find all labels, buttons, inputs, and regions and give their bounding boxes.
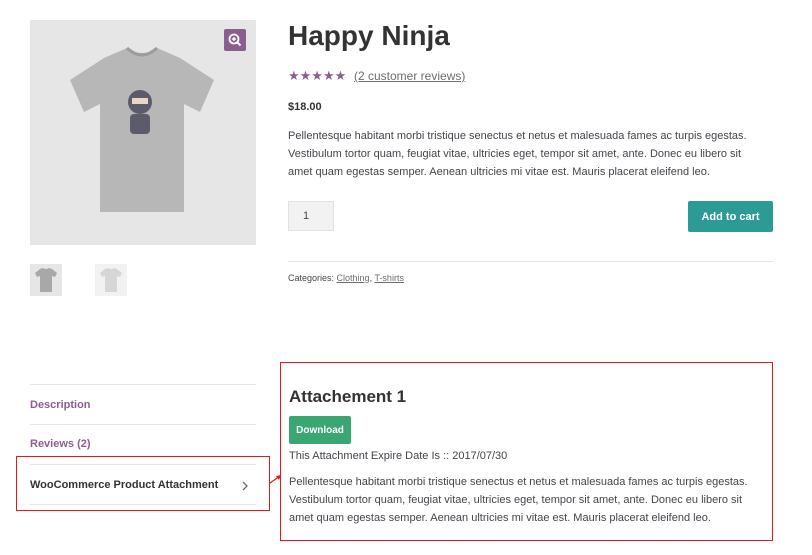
customer-reviews-link[interactable]: (2 customer reviews)	[354, 69, 465, 83]
attachment-description: Pellentesque habitant morbi tristique se…	[289, 476, 748, 524]
category-link-clothing[interactable]: Clothing	[337, 273, 370, 283]
thumbnail-tshirt-image	[100, 268, 122, 292]
tab-divider	[30, 424, 256, 425]
add-to-cart-button[interactable]: Add to cart	[688, 201, 773, 232]
tab-divider	[30, 384, 256, 385]
arrow-connector-icon	[269, 475, 281, 484]
tab-description[interactable]: Description	[30, 399, 91, 411]
tab-reviews[interactable]: Reviews (2)	[30, 438, 91, 450]
category-separator: ,	[369, 273, 373, 283]
quantity-input[interactable]	[288, 201, 334, 231]
product-title: Happy Ninja	[288, 20, 450, 51]
product-price: $18.00	[288, 101, 322, 113]
star-rating: ★★★★★	[288, 68, 347, 83]
highlight-box-tab	[16, 456, 270, 511]
zoom-in-icon	[228, 33, 242, 47]
divider	[288, 261, 773, 262]
attachment-expire-date: This Attachment Expire Date Is :: 2017/0…	[289, 450, 508, 462]
thumbnail-2[interactable]	[95, 264, 127, 296]
categories-label: Categories:	[288, 273, 335, 283]
thumbnail-1[interactable]	[30, 264, 62, 296]
download-button[interactable]: Download	[289, 416, 351, 444]
attachment-title: Attachement 1	[289, 387, 407, 406]
product-short-description: Pellentesque habitant morbi tristique se…	[288, 130, 747, 178]
thumbnail-tshirt-image	[35, 268, 57, 292]
category-link-tshirts[interactable]: T-shirts	[374, 273, 404, 283]
tshirt-image	[70, 46, 214, 212]
zoom-button[interactable]	[224, 29, 246, 51]
product-categories: Categories: Clothing, T-shirts	[288, 273, 404, 283]
